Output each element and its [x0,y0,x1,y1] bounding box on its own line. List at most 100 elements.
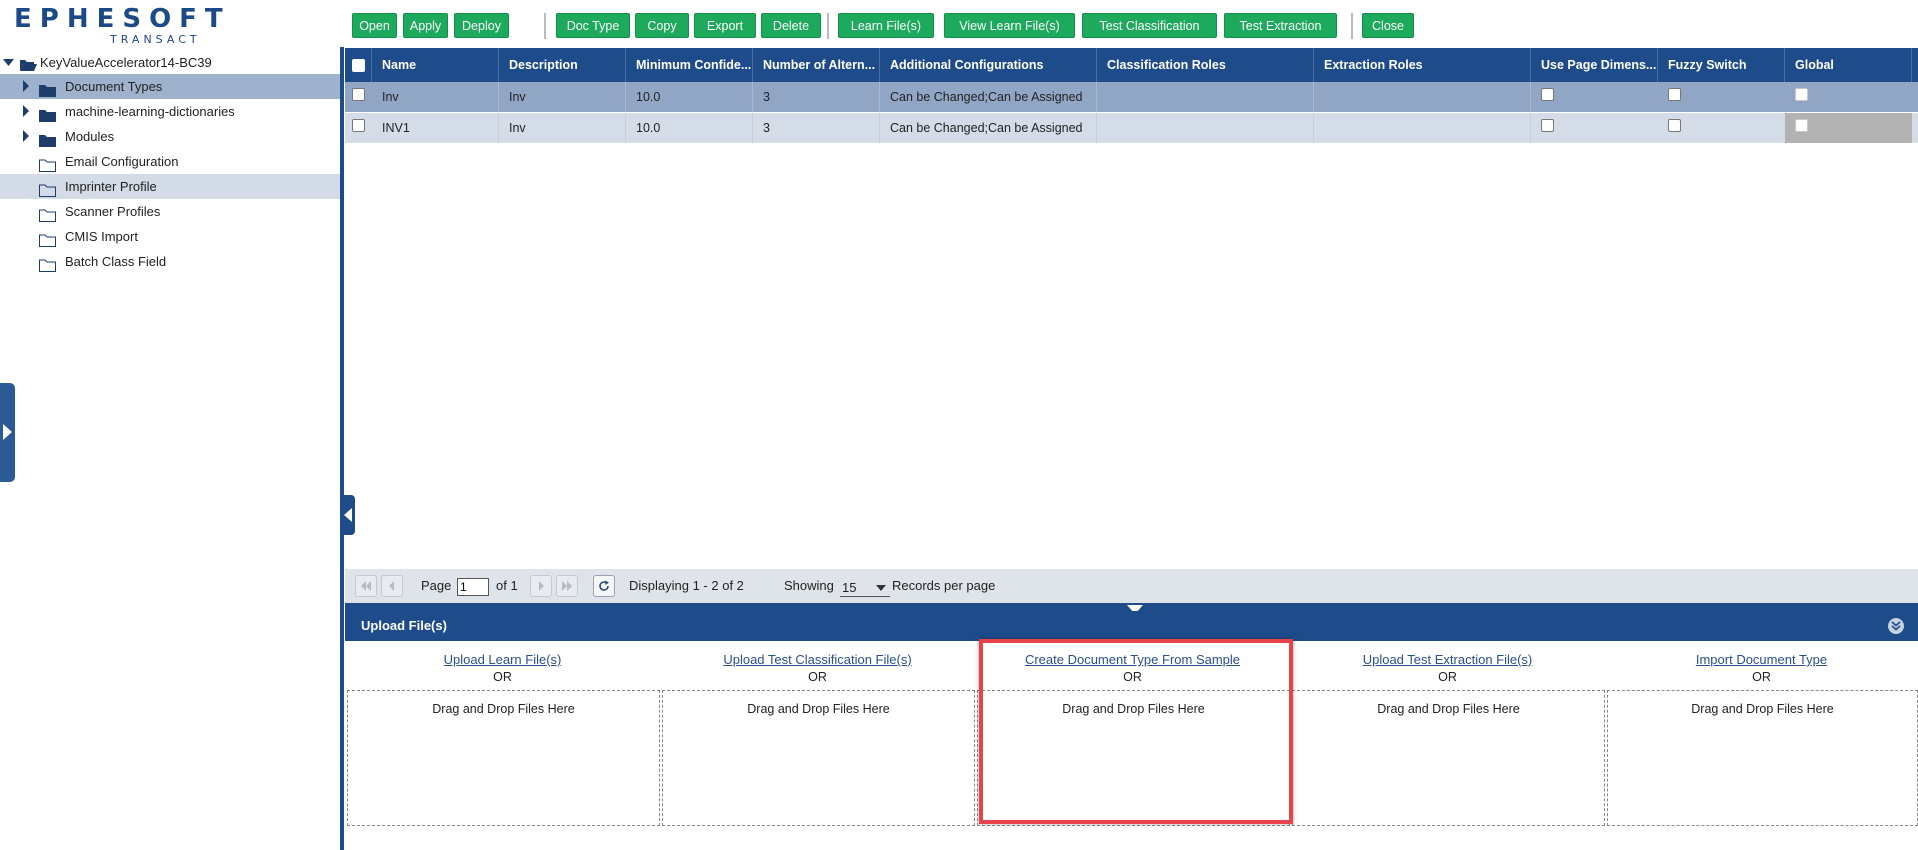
close-button[interactable]: Close [1362,13,1414,38]
deploy-button[interactable]: Deploy [454,13,509,38]
grid-header: Name Description Minimum Confide... Numb… [345,48,1918,82]
upload-panel-header: Upload File(s) [345,611,1918,641]
copy-button[interactable]: Copy [635,13,689,38]
col-header-additional-config[interactable]: Additional Configurations [880,48,1097,82]
refresh-icon [599,580,609,591]
double-chevron-down-icon [1891,621,1901,631]
tree-item[interactable]: Batch Class Field [0,249,340,274]
page-size-value: 15 [842,580,857,595]
delete-button[interactable]: Delete [761,13,821,38]
cell-extraction-roles [1314,113,1531,143]
drop-zone-label: Drag and Drop Files Here [1377,702,1520,716]
showing-label: Showing [784,578,834,593]
previous-page-button[interactable] [381,575,403,597]
logo-subtitle: TRANSACT [110,33,201,46]
create-document-type-link[interactable]: Create Document Type From Sample [975,652,1290,667]
open-button[interactable]: Open [352,13,397,38]
use-page-dimensions-checkbox[interactable] [1541,119,1554,132]
upload-test-extraction-link[interactable]: Upload Test Extraction File(s) [1290,652,1605,667]
learn-files-button[interactable]: Learn File(s) [838,13,934,38]
upload-learn-files-column: Upload Learn File(s) OR Drag and Drop Fi… [345,641,660,826]
upload-panel-title: Upload File(s) [361,618,447,633]
previous-page-icon [389,581,394,591]
cell-additional-config: Can be Changed;Can be Assigned [880,113,1097,143]
caret-right-icon[interactable] [22,99,36,124]
drop-zone-label: Drag and Drop Files Here [1691,702,1834,716]
upload-test-classification-column: Upload Test Classification File(s) OR Dr… [660,641,975,826]
row-checkbox[interactable] [352,88,365,101]
drop-zone[interactable]: Drag and Drop Files Here [1292,690,1605,826]
cell-description: Inv [499,113,626,143]
tree-item[interactable]: machine-learning-dictionaries [0,99,340,124]
col-header-description[interactable]: Description [499,48,626,82]
apply-button[interactable]: Apply [403,13,448,38]
first-page-button[interactable] [355,575,377,597]
ephesoft-logo: EPHESOFT TRANSACT [14,4,223,46]
collapse-panel-button[interactable] [1888,618,1904,634]
col-header-alternates[interactable]: Number of Altern... [753,48,880,82]
page-size-select[interactable]: 15 [840,579,890,597]
expand-left-panel-tab[interactable] [0,383,15,482]
arrow-left-icon [344,508,352,522]
tree-item[interactable]: Email Configuration [0,149,340,174]
cell-extraction-roles [1314,82,1531,112]
doc-type-button[interactable]: Doc Type [556,13,630,38]
or-label: OR [1752,670,1771,684]
col-header-min-confidence[interactable]: Minimum Confide... [626,48,753,82]
import-document-type-column: Import Document Type OR Drag and Drop Fi… [1605,641,1918,826]
refresh-button[interactable] [593,575,615,597]
use-page-dimensions-checkbox[interactable] [1541,88,1554,101]
view-learn-files-button[interactable]: View Learn File(s) [944,13,1075,38]
tree-item-label: Document Types [65,79,163,94]
document-types-grid: Name Description Minimum Confide... Numb… [345,48,1918,143]
export-button[interactable]: Export [694,13,756,38]
tree-item[interactable]: Modules [0,124,340,149]
tree-item[interactable]: Document Types [0,74,340,99]
select-all-checkbox[interactable] [352,59,365,72]
test-extraction-button[interactable]: Test Extraction [1224,13,1337,38]
next-page-button[interactable] [530,575,552,597]
drop-zone[interactable]: Drag and Drop Files Here [662,690,975,826]
tree-item[interactable]: Scanner Profiles [0,199,340,224]
panel-divider [340,47,344,850]
row-checkbox[interactable] [352,119,365,132]
collapse-tree-tab[interactable] [342,495,355,535]
tree-item[interactable]: CMIS Import [0,224,340,249]
upload-test-classification-link[interactable]: Upload Test Classification File(s) [660,652,975,667]
fuzzy-switch-checkbox[interactable] [1668,119,1681,132]
caret-right-icon[interactable] [22,74,36,99]
drop-zone-label: Drag and Drop Files Here [432,702,575,716]
drop-zone[interactable]: Drag and Drop Files Here [977,690,1290,826]
import-document-type-link[interactable]: Import Document Type [1605,652,1918,667]
tree-root[interactable]: KeyValueAccelerator14-BC39 [0,50,340,74]
col-header-name[interactable]: Name [372,48,499,82]
tree-item[interactable]: Imprinter Profile [0,174,340,199]
col-header-fuzzy-switch[interactable]: Fuzzy Switch [1658,48,1785,82]
col-header-extraction-roles[interactable]: Extraction Roles [1314,48,1531,82]
tree-item-label: Imprinter Profile [65,179,157,194]
caret-right-icon[interactable] [22,124,36,149]
drop-zone[interactable]: Drag and Drop Files Here [1607,690,1918,826]
tree-item-label: Batch Class Field [65,254,167,269]
drop-zone-label: Drag and Drop Files Here [747,702,890,716]
tree-item-label: Email Configuration [65,154,179,169]
table-row[interactable]: Inv Inv 10.0 3 Can be Changed;Can be Ass… [345,82,1918,112]
last-page-button[interactable] [556,575,578,597]
cell-name: Inv [372,82,499,112]
records-per-page-label: Records per page [892,578,996,593]
col-header-classification-roles[interactable]: Classification Roles [1097,48,1314,82]
col-header-use-page-dimensions[interactable]: Use Page Dimens... [1531,48,1658,82]
test-classification-button[interactable]: Test Classification [1082,13,1217,38]
displaying-label: Displaying 1 - 2 of 2 [629,578,744,593]
drop-zone[interactable]: Drag and Drop Files Here [347,690,660,826]
upload-learn-files-link[interactable]: Upload Learn File(s) [345,652,660,667]
table-row[interactable]: INV1 Inv 10.0 3 Can be Changed;Can be As… [345,113,1918,143]
fuzzy-switch-checkbox[interactable] [1668,88,1681,101]
tree-item-label: machine-learning-dictionaries [65,104,235,119]
cell-additional-config: Can be Changed;Can be Assigned [880,82,1097,112]
col-header-global[interactable]: Global [1785,48,1912,82]
page-number-input[interactable] [457,578,489,596]
cell-min-confidence: 10.0 [626,113,753,143]
caret-down-icon[interactable] [3,50,17,75]
last-page-icon [562,581,572,591]
